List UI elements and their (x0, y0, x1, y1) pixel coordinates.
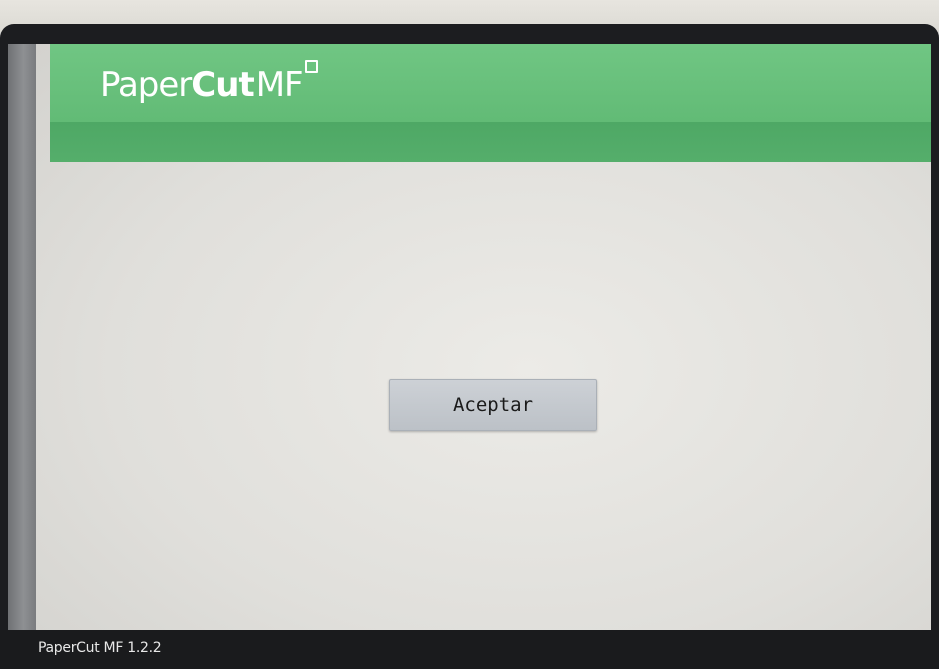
header-bar: Paper Cut MF (50, 44, 931, 162)
version-label: PaperCut MF 1.2.2 (38, 640, 162, 656)
logo-mark-icon (304, 60, 318, 73)
accept-button[interactable]: Aceptar (389, 379, 597, 431)
screen: Paper Cut MF Aceptar (36, 44, 931, 634)
logo-text-paper: Paper (100, 65, 192, 105)
status-footer: PaperCut MF 1.2.2 (0, 630, 939, 669)
logo-text-cut: Cut (191, 65, 254, 105)
left-bezel-strip (8, 44, 36, 634)
papercut-logo: Paper Cut MF (100, 60, 318, 105)
header-band (50, 122, 931, 162)
logo-text-mf: MF (255, 65, 304, 105)
